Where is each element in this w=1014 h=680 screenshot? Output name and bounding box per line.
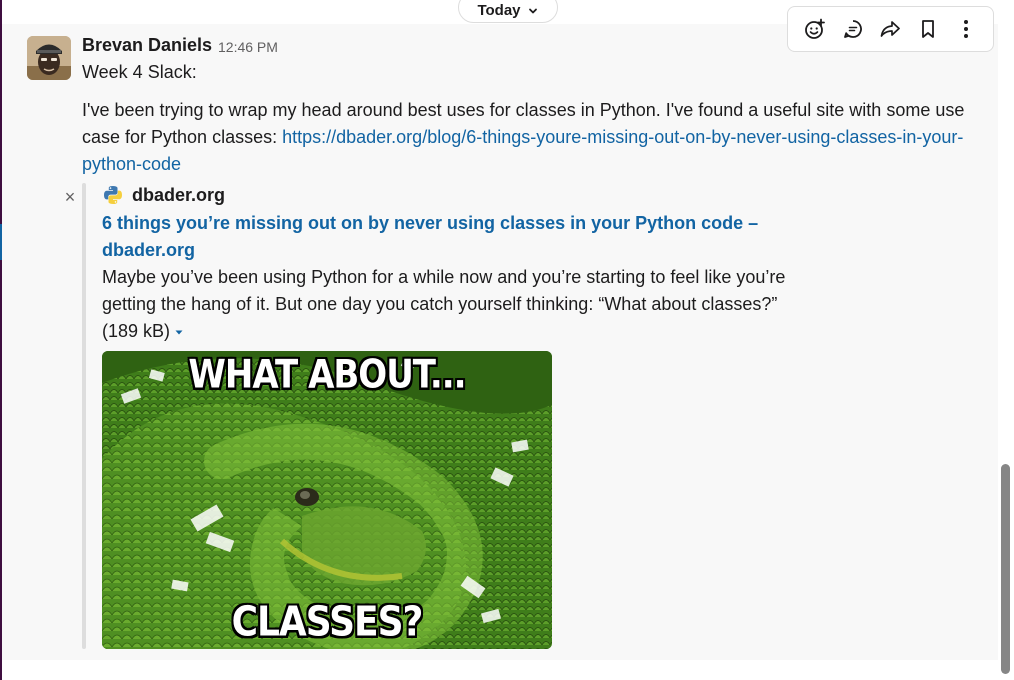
date-label: Today (477, 2, 521, 19)
message-body: I've been trying to wrap my head around … (82, 97, 992, 178)
message-list-bottom (2, 660, 998, 680)
avatar[interactable] (27, 36, 71, 80)
save-bookmark-icon (922, 20, 935, 38)
message-actions-toolbar (787, 6, 994, 52)
reply-in-thread-button[interactable] (839, 15, 867, 43)
python-logo-icon (104, 186, 122, 204)
meme-bottom-caption: CLASSES? (231, 598, 424, 647)
scrollbar-track[interactable] (998, 0, 1014, 680)
unfurl-title-link[interactable]: 6 things you’re missing out on by never … (102, 210, 762, 264)
more-actions-icon (964, 20, 969, 38)
add-reaction-icon (804, 18, 825, 39)
share-message-button[interactable] (876, 15, 904, 43)
caret-down-icon[interactable] (174, 327, 184, 337)
unfurl-description: Maybe you’ve been using Python for a whi… (102, 267, 786, 314)
unfurl-file-size: (189 kB) (102, 321, 171, 341)
meme-top-caption: WHAT ABOUT... (188, 352, 466, 398)
attachment-left-border (82, 183, 86, 649)
message-timestamp[interactable]: 12:46 PM (218, 39, 278, 55)
sender-name[interactable]: Brevan Daniels (82, 35, 212, 56)
reply-in-thread-icon (843, 20, 862, 38)
unfurl-site-row: dbader.org (102, 184, 225, 206)
scrollbar-thumb[interactable] (1001, 464, 1010, 674)
user-avatar-image (27, 36, 71, 80)
unfurl-site-name[interactable]: dbader.org (132, 185, 225, 206)
unfurl-preview-image[interactable]: WHAT ABOUT... CLASSES? (102, 351, 552, 649)
more-actions-button[interactable] (952, 15, 980, 43)
message-first-line: Week 4 Slack: (82, 62, 197, 82)
date-divider-button[interactable]: Today (458, 0, 558, 23)
share-message-icon (881, 21, 901, 37)
unfurl-size-row[interactable]: (189 kB) (102, 318, 184, 345)
save-for-later-button[interactable] (914, 15, 942, 43)
add-reaction-button[interactable] (801, 15, 829, 43)
chevron-down-icon (528, 8, 537, 13)
remove-attachment-icon[interactable]: × (62, 187, 78, 208)
